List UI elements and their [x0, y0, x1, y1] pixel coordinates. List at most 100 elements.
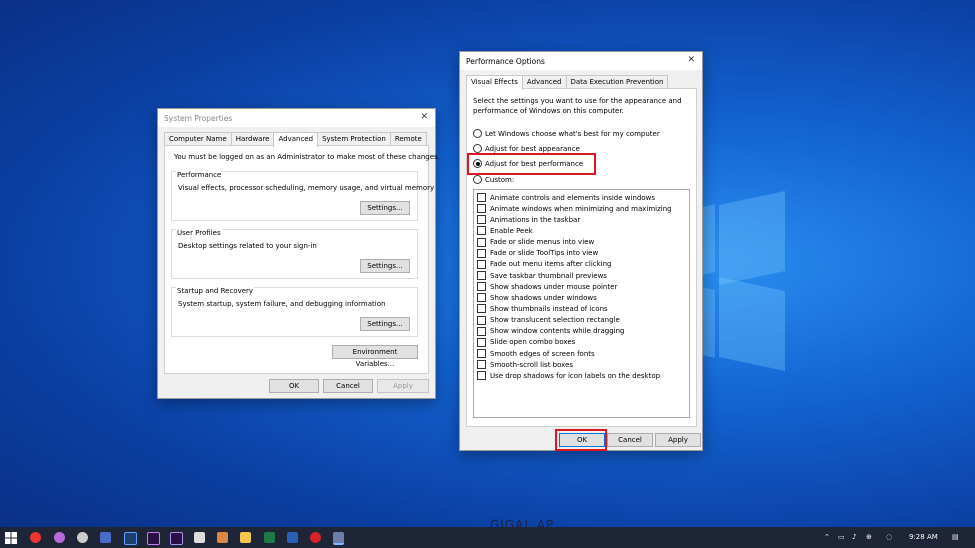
- checkbox-box: [477, 315, 486, 325]
- apply-button[interactable]: Apply: [377, 379, 429, 393]
- effect-label: Use drop shadows for icon labels on the …: [490, 371, 661, 380]
- checkbox-box: [477, 193, 486, 203]
- effect-checkbox[interactable]: Fade or slide ToolTips into view: [474, 248, 689, 259]
- effect-checkbox[interactable]: Slide open combo boxes: [474, 337, 689, 348]
- ok-button[interactable]: OK: [269, 379, 319, 393]
- record-app-icon[interactable]: [30, 532, 41, 543]
- checkbox-box: [477, 259, 486, 269]
- clock-time[interactable]: 9:28 AM: [909, 533, 938, 541]
- chevron-up-icon[interactable]: ⌃: [824, 533, 830, 541]
- effect-label: Smooth-scroll list boxes: [490, 360, 574, 369]
- checkbox-box: [477, 360, 486, 370]
- visual-effects-list[interactable]: Animate controls and elements inside win…: [473, 189, 690, 418]
- startup-recovery-settings-button[interactable]: Settings...: [360, 317, 410, 331]
- checkbox-box: [477, 248, 486, 258]
- cancel-button[interactable]: Cancel: [607, 433, 653, 447]
- language-icon[interactable]: ◌: [886, 533, 892, 541]
- app-icon-4[interactable]: [100, 532, 111, 543]
- effect-checkbox[interactable]: Animations in the taskbar: [474, 214, 689, 225]
- system-properties-icon[interactable]: [333, 532, 344, 545]
- excel-icon[interactable]: [264, 532, 275, 543]
- effect-checkbox[interactable]: Enable Peek: [474, 225, 689, 236]
- effect-checkbox[interactable]: Smooth edges of screen fonts: [474, 348, 689, 359]
- radio-best-appearance[interactable]: Adjust for best appearance: [473, 144, 580, 153]
- premiere-icon[interactable]: [147, 532, 160, 545]
- advanced-tab-page: You must be logged on as an Administrato…: [164, 145, 440, 374]
- tab-advanced[interactable]: Advanced: [273, 132, 319, 147]
- checkbox-box: [477, 349, 486, 359]
- effect-checkbox[interactable]: Show window contents while dragging: [474, 326, 689, 337]
- apply-button[interactable]: Apply: [655, 433, 701, 447]
- effect-checkbox[interactable]: Show shadows under windows: [474, 292, 689, 303]
- intro-line-2: performance of Windows on this computer.: [473, 107, 624, 115]
- effect-checkbox[interactable]: Save taskbar thumbnail previews: [474, 270, 689, 281]
- opera-icon[interactable]: [310, 532, 321, 543]
- effect-checkbox[interactable]: Show shadows under mouse pointer: [474, 281, 689, 292]
- tab-hardware[interactable]: Hardware: [230, 132, 275, 146]
- group-label: User Profiles: [176, 229, 222, 237]
- notifications-icon[interactable]: ▤: [952, 533, 959, 541]
- radio-indicator: [473, 129, 482, 138]
- effect-checkbox[interactable]: Animate windows when minimizing and maxi…: [474, 203, 689, 214]
- app-icon-2[interactable]: [54, 532, 65, 543]
- checkbox-box: [477, 237, 486, 247]
- effect-checkbox[interactable]: Fade or slide menus into view: [474, 237, 689, 248]
- cube-app-icon[interactable]: [194, 532, 205, 543]
- effect-checkbox[interactable]: Fade out menu items after clicking: [474, 259, 689, 270]
- title-bar: Performance Options ✕: [460, 52, 702, 70]
- effect-label: Animate controls and elements inside win…: [490, 193, 655, 202]
- visual-effects-page: Select the settings you want to use for …: [466, 88, 697, 427]
- radio-custom[interactable]: Custom:: [473, 175, 514, 184]
- environment-variables-button[interactable]: Environment Variables...: [332, 345, 418, 368]
- effect-checkbox[interactable]: Smooth-scroll list boxes: [474, 359, 689, 370]
- intro-line-1: Select the settings you want to use for …: [473, 97, 682, 105]
- performance-group: Performance Visual effects, processor sc…: [171, 171, 434, 221]
- effect-checkbox[interactable]: Show thumbnails instead of icons: [474, 303, 689, 314]
- close-icon[interactable]: ✕: [420, 112, 428, 122]
- app-icon-9[interactable]: [217, 532, 228, 543]
- performance-settings-button[interactable]: Settings...: [360, 201, 410, 215]
- premiere-pro-icon[interactable]: [124, 532, 137, 545]
- effect-label: Fade out menu items after clicking: [490, 260, 612, 269]
- performance-options-window: Performance Options ✕ Visual Effects Adv…: [459, 51, 703, 451]
- cloud-app-icon[interactable]: [77, 532, 88, 543]
- start-button[interactable]: [5, 532, 17, 544]
- system-properties-window: System Properties ✕ Computer Name Hardwa…: [157, 108, 440, 399]
- radio-let-windows-choose[interactable]: Let Windows choose what's best for my co…: [473, 129, 660, 138]
- effect-label: Enable Peek: [490, 226, 533, 235]
- radio-label: Let Windows choose what's best for my co…: [485, 129, 660, 138]
- effect-checkbox[interactable]: Show translucent selection rectangle: [474, 315, 689, 326]
- word-icon[interactable]: [287, 532, 298, 543]
- tab-advanced[interactable]: Advanced: [521, 75, 567, 89]
- checkbox-box: [477, 337, 486, 347]
- highlight-ok-button: [555, 429, 607, 451]
- file-explorer-icon[interactable]: [240, 532, 251, 543]
- tab-visual-effects[interactable]: Visual Effects: [466, 75, 523, 90]
- radio-indicator: [473, 144, 482, 153]
- tab-data-execution-prevention[interactable]: Data Execution Prevention: [565, 75, 669, 89]
- group-description: Desktop settings related to your sign-in: [178, 242, 317, 250]
- tab-computer-name[interactable]: Computer Name: [164, 132, 232, 146]
- checkbox-box: [477, 326, 486, 336]
- network-icon[interactable]: ▭: [838, 533, 845, 541]
- user-profiles-settings-button[interactable]: Settings...: [360, 259, 410, 273]
- effect-label: Show translucent selection rectangle: [490, 316, 620, 325]
- effect-checkbox[interactable]: Use drop shadows for icon labels on the …: [474, 370, 689, 381]
- window-title: Performance Options: [466, 57, 545, 66]
- group-label: Startup and Recovery: [176, 287, 255, 295]
- tab-remote[interactable]: Remote: [389, 132, 427, 146]
- startup-recovery-group: Startup and Recovery System startup, sys…: [171, 287, 418, 337]
- checkbox-box: [477, 226, 486, 236]
- volume-icon[interactable]: ♪: [852, 533, 856, 541]
- close-icon[interactable]: ✕: [687, 55, 695, 65]
- globe-icon[interactable]: ⊕: [866, 533, 872, 541]
- title-bar: System Properties ✕: [158, 109, 435, 127]
- effect-label: Fade or slide menus into view: [490, 238, 595, 247]
- effect-label: Save taskbar thumbnail previews: [490, 271, 607, 280]
- effect-checkbox[interactable]: Animate controls and elements inside win…: [474, 192, 689, 203]
- tab-system-protection[interactable]: System Protection: [317, 132, 391, 146]
- window-title: System Properties: [164, 114, 233, 123]
- after-effects-icon[interactable]: [170, 532, 183, 545]
- group-label: Performance: [176, 171, 223, 179]
- cancel-button[interactable]: Cancel: [323, 379, 373, 393]
